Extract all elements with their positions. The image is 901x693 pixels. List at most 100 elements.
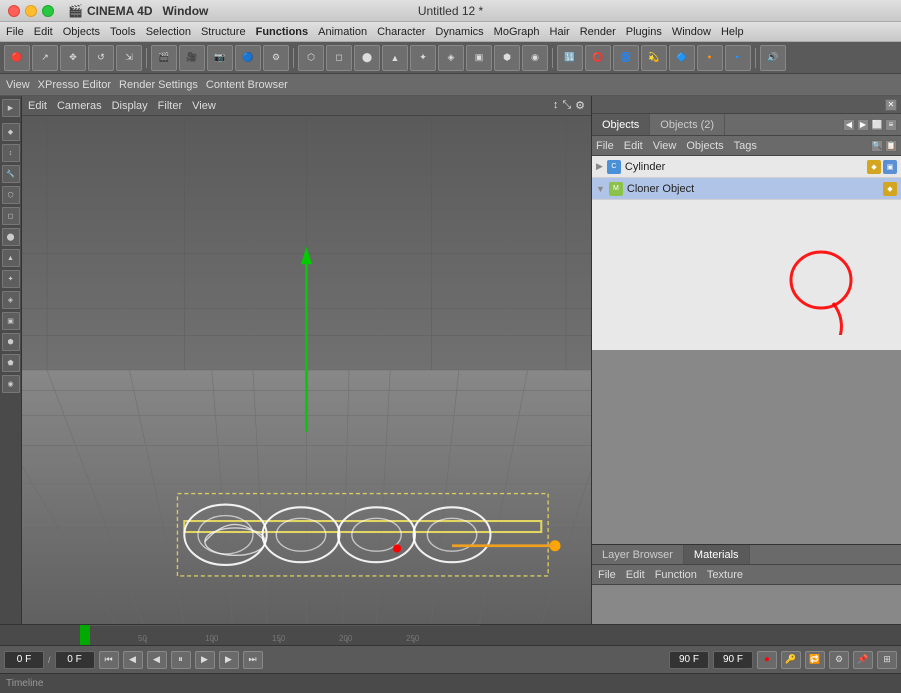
mat-menu-file[interactable]: File [598, 569, 616, 581]
toolbar-btn-15[interactable]: ✦ [410, 45, 436, 71]
next-frame-btn[interactable]: ▶ [195, 651, 215, 669]
menu-window[interactable]: Window [672, 26, 711, 38]
menu-selection[interactable]: Selection [146, 26, 191, 38]
sidebar-btn-b[interactable]: ▲ [2, 249, 20, 267]
tab-objects-2[interactable]: Objects (2) [650, 114, 725, 135]
sidebar-btn-points[interactable]: ◆ [2, 123, 20, 141]
sidebar-btn-mode[interactable]: ▶ [2, 99, 20, 117]
object-item-cylinder[interactable]: ▶ C Cylinder ◆ ▣ [592, 156, 901, 178]
menu-dynamics[interactable]: Dynamics [435, 26, 483, 38]
tab-materials[interactable]: Materials [684, 545, 750, 564]
panel-right-btn[interactable]: ▶ [857, 119, 869, 131]
toolbar-btn-17[interactable]: ▣ [466, 45, 492, 71]
viewport-menu-view[interactable]: View [192, 100, 216, 112]
panel-view-btn-2[interactable]: 📋 [885, 140, 897, 152]
viewport-menu-display[interactable]: Display [112, 100, 148, 112]
sidebar-btn-d[interactable]: ◈ [2, 291, 20, 309]
goto-start-btn[interactable]: ⏮ [99, 651, 119, 669]
mat-menu-function[interactable]: Function [655, 569, 697, 581]
toolbar-btn-5[interactable]: ⇲ [116, 45, 142, 71]
menu-functions[interactable]: Functions [256, 26, 309, 38]
panel-menu-edit[interactable]: Edit [624, 140, 643, 152]
toolbar-btn-19[interactable]: ◉ [522, 45, 548, 71]
toolbar-btn-3[interactable]: ✥ [60, 45, 86, 71]
toolbar-btn-10[interactable]: ⚙ [263, 45, 289, 71]
sidebar-btn-f[interactable]: ⬢ [2, 333, 20, 351]
viewport-icon-maximize[interactable]: ⤡ [562, 99, 571, 112]
toolbar-btn-18[interactable]: ⬢ [494, 45, 520, 71]
menu-mograph[interactable]: MoGraph [494, 26, 540, 38]
toolbar-btn-24[interactable]: 🔷 [669, 45, 695, 71]
sub-tab-view[interactable]: View [6, 79, 30, 91]
sidebar-btn-g[interactable]: ⬟ [2, 354, 20, 372]
record-btn[interactable]: ⏺ [757, 651, 777, 669]
sidebar-btn-render[interactable]: ◻ [2, 207, 20, 225]
viewport-menu-edit[interactable]: Edit [28, 100, 47, 112]
sidebar-btn-a[interactable]: ⬤ [2, 228, 20, 246]
sub-tab-xpresso[interactable]: XPresso Editor [38, 79, 111, 91]
panel-expand-btn[interactable]: ⬜ [871, 119, 883, 131]
panel-view-btn-1[interactable]: 🔍 [871, 140, 883, 152]
mat-menu-edit[interactable]: Edit [626, 569, 645, 581]
sub-tab-content[interactable]: Content Browser [206, 79, 288, 91]
menu-help[interactable]: Help [721, 26, 744, 38]
viewport-icon-settings[interactable]: ⚙ [575, 99, 585, 112]
sidebar-btn-obj[interactable]: ⬡ [2, 186, 20, 204]
sidebar-btn-edges[interactable]: ↕ [2, 144, 20, 162]
panel-menu-tags[interactable]: Tags [734, 140, 757, 152]
sidebar-btn-poly[interactable]: 🔧 [2, 165, 20, 183]
panel-settings-btn[interactable]: ≡ [885, 119, 897, 131]
toolbar-btn-13[interactable]: ⬤ [354, 45, 380, 71]
play-pause-btn[interactable]: ⏸ [171, 651, 191, 669]
loop-btn[interactable]: 🔁 [805, 651, 825, 669]
panel-left-btn[interactable]: ◀ [843, 119, 855, 131]
min-frame-input[interactable] [55, 651, 95, 669]
end-frame-input-2[interactable] [713, 651, 753, 669]
next-key-btn[interactable]: ▶ [219, 651, 239, 669]
toolbar-btn-8[interactable]: 📷 [207, 45, 233, 71]
mat-menu-texture[interactable]: Texture [707, 569, 743, 581]
frame-marker[interactable] [80, 625, 90, 645]
goto-end-btn[interactable]: ⏭ [243, 651, 263, 669]
toolbar-btn-9[interactable]: 🔵 [235, 45, 261, 71]
menu-edit[interactable]: Edit [34, 26, 53, 38]
toolbar-btn-16[interactable]: ◈ [438, 45, 464, 71]
sub-tab-render[interactable]: Render Settings [119, 79, 198, 91]
toolbar-btn-7[interactable]: 🎥 [179, 45, 205, 71]
end-frame-input-1[interactable] [669, 651, 709, 669]
sidebar-btn-h[interactable]: ◉ [2, 375, 20, 393]
toolbar-btn-1[interactable]: 🔴 [4, 45, 30, 71]
current-frame-input[interactable] [4, 651, 44, 669]
menu-animation[interactable]: Animation [318, 26, 367, 38]
menu-plugins[interactable]: Plugins [626, 26, 662, 38]
toolbar-btn-25[interactable]: 🔸 [697, 45, 723, 71]
cloner-tag-1[interactable]: ◆ [883, 182, 897, 196]
toolbar-btn-27[interactable]: 🔊 [760, 45, 786, 71]
toolbar-btn-4[interactable]: ↺ [88, 45, 114, 71]
tab-objects[interactable]: Objects [592, 114, 650, 135]
panel-menu-view[interactable]: View [653, 140, 677, 152]
toolbar-btn-20[interactable]: 🔢 [557, 45, 583, 71]
toolbar-btn-14[interactable]: ▲ [382, 45, 408, 71]
panel-menu-file[interactable]: File [596, 140, 614, 152]
toolbar-btn-23[interactable]: 💫 [641, 45, 667, 71]
menu-tools[interactable]: Tools [110, 26, 136, 38]
viewport-icon-move[interactable]: ↕ [553, 99, 559, 112]
toolbar-btn-2[interactable]: ↗ [32, 45, 58, 71]
panel-menu-objects[interactable]: Objects [686, 140, 723, 152]
toolbar-btn-21[interactable]: ⭕ [585, 45, 611, 71]
sidebar-btn-c[interactable]: ✦ [2, 270, 20, 288]
menu-file[interactable]: File [6, 26, 24, 38]
toolbar-btn-6[interactable]: 🎬 [151, 45, 177, 71]
prev-frame-btn[interactable]: ◀ [147, 651, 167, 669]
menu-render[interactable]: Render [580, 26, 616, 38]
menu-objects[interactable]: Objects [63, 26, 100, 38]
sidebar-btn-e[interactable]: ▣ [2, 312, 20, 330]
toolbar-btn-12[interactable]: ◻ [326, 45, 352, 71]
viewport-canvas[interactable]: Perspective [22, 116, 591, 624]
options-btn[interactable]: ⚙ [829, 651, 849, 669]
panel-close-btn[interactable]: ✕ [885, 99, 897, 111]
keyframe-btn[interactable]: 🔑 [781, 651, 801, 669]
menu-character[interactable]: Character [377, 26, 425, 38]
menu-structure[interactable]: Structure [201, 26, 246, 38]
